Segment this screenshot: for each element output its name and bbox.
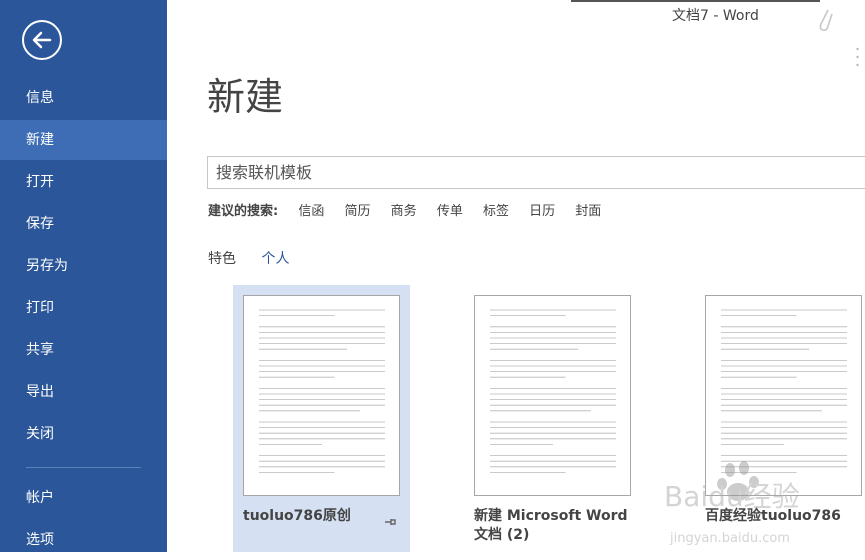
template-tabs: 特色 个人 bbox=[208, 248, 310, 268]
tab-featured[interactable]: 特色 bbox=[208, 251, 236, 267]
template-tile[interactable]: 新建 Microsoft Word 文档 (2) bbox=[464, 285, 641, 552]
watermark-url: jingyan.baidu.com bbox=[669, 531, 790, 546]
nav-save[interactable]: 保存 bbox=[0, 204, 167, 244]
suggested-searches: 建议的搜索: 信函 简历 商务 传单 标签 日历 封面 bbox=[208, 200, 617, 219]
suggested-tag-business[interactable]: 商务 bbox=[391, 204, 417, 219]
arrow-left-icon bbox=[32, 31, 52, 49]
suggested-tag-cover[interactable]: 封面 bbox=[575, 204, 601, 219]
suggested-tag-calendar[interactable]: 日历 bbox=[529, 204, 555, 219]
nav-save-as[interactable]: 另存为 bbox=[0, 246, 167, 286]
back-button[interactable] bbox=[22, 20, 62, 60]
suggested-tag-flyer[interactable]: 传单 bbox=[437, 204, 463, 219]
more-dots-icon bbox=[856, 47, 859, 67]
pin-icon[interactable] bbox=[384, 517, 398, 527]
document-preview-icon bbox=[259, 309, 385, 473]
tab-personal[interactable]: 个人 bbox=[261, 251, 289, 267]
baidu-jingyan-watermark: Baidu经验 jingyan.baidu.com bbox=[664, 461, 800, 546]
template-thumbnail bbox=[243, 295, 400, 496]
nav-close[interactable]: 关闭 bbox=[0, 414, 167, 454]
nav-open[interactable]: 打开 bbox=[0, 162, 167, 202]
page-title: 新建 bbox=[207, 75, 284, 119]
nav-export[interactable]: 导出 bbox=[0, 372, 167, 412]
watermark-brand: Baidu经验 bbox=[664, 480, 800, 513]
template-thumbnail bbox=[474, 295, 631, 496]
nav-info[interactable]: 信息 bbox=[0, 78, 167, 118]
template-search-input[interactable] bbox=[207, 156, 865, 189]
template-name: 新建 Microsoft Word 文档 (2) bbox=[474, 508, 628, 543]
suggested-tag-resume[interactable]: 简历 bbox=[345, 204, 371, 219]
paperclip-icon bbox=[819, 9, 833, 31]
document-preview-icon bbox=[490, 309, 616, 473]
nav-divider bbox=[26, 467, 141, 468]
nav-options[interactable]: 选项 bbox=[0, 520, 167, 560]
window-title: 文档7 - Word bbox=[672, 8, 759, 24]
nav-new[interactable]: 新建 bbox=[0, 120, 167, 160]
template-tile[interactable]: tuoluo786原创 bbox=[233, 285, 410, 552]
suggested-tag-letter[interactable]: 信函 bbox=[298, 204, 324, 219]
suggested-tag-label[interactable]: 标签 bbox=[483, 204, 509, 219]
title-bar-edge bbox=[571, 0, 820, 2]
suggested-searches-label: 建议的搜索: bbox=[208, 204, 279, 219]
nav-print[interactable]: 打印 bbox=[0, 288, 167, 328]
backstage-sidebar: 信息 新建 打开 保存 另存为 打印 共享 导出 关闭 帐户 选项 bbox=[0, 0, 167, 552]
nav-account[interactable]: 帐户 bbox=[0, 478, 167, 518]
nav-share[interactable]: 共享 bbox=[0, 330, 167, 370]
